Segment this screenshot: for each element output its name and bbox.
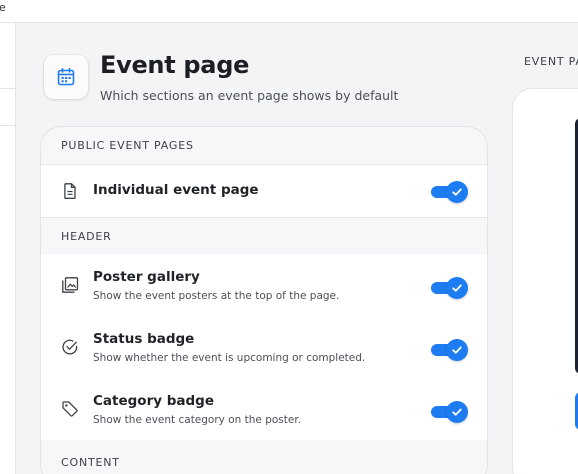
top-bar-text-fragment: e [0, 1, 6, 14]
setting-row-status-badge: Status badge Show whether the event is u… [41, 316, 487, 378]
check-icon [446, 339, 468, 361]
setting-description-status-badge: Show whether the event is upcoming or co… [93, 352, 366, 364]
section-label-header: HEADER [61, 229, 112, 243]
calendar-icon [44, 55, 88, 99]
setting-title-status-badge: Status badge [93, 331, 195, 347]
check-circle-icon [61, 338, 79, 356]
check-icon [446, 277, 468, 299]
section-header-header: HEADER [41, 218, 487, 254]
tag-icon [61, 400, 79, 418]
section-header-content: CONTENT [41, 440, 487, 474]
page-subtitle: Which sections an event page shows by de… [100, 88, 399, 103]
category-badge-toggle[interactable] [431, 401, 468, 423]
page-title: Event page [100, 51, 250, 79]
setting-title-category-badge: Category badge [93, 393, 214, 409]
settings-card: PUBLIC EVENT PAGES Individual event page… [40, 126, 488, 474]
setting-title-poster-gallery: Poster gallery [93, 269, 200, 285]
setting-row-poster-gallery: Poster gallery Show the event posters at… [41, 254, 487, 316]
poster-gallery-toggle[interactable] [431, 277, 468, 299]
setting-row-individual-page: Individual event page [41, 165, 487, 217]
setting-description-category-badge: Show the event category on the poster. [93, 414, 302, 426]
section-header-public: PUBLIC EVENT PAGES [41, 127, 487, 164]
event-page-preview [512, 88, 578, 474]
preview-label: EVENT PAGE [524, 55, 578, 68]
setting-title-individual-page: Individual event page [93, 182, 259, 198]
status-badge-toggle[interactable] [431, 339, 468, 361]
setting-description-poster-gallery: Show the event posters at the top of the… [93, 290, 340, 302]
check-icon [446, 401, 468, 423]
gallery-icon [61, 276, 79, 294]
section-label-content: CONTENT [61, 455, 120, 469]
individual-page-toggle[interactable] [431, 181, 468, 203]
sidebar-divider [0, 125, 16, 126]
setting-row-category-badge: Category badge Show the event category o… [41, 378, 487, 440]
sidebar-divider [0, 88, 16, 89]
top-bar: e [0, 0, 578, 23]
left-sidebar [0, 23, 16, 474]
document-icon [61, 182, 79, 200]
check-icon [446, 181, 468, 203]
section-label-public: PUBLIC EVENT PAGES [61, 139, 194, 152]
